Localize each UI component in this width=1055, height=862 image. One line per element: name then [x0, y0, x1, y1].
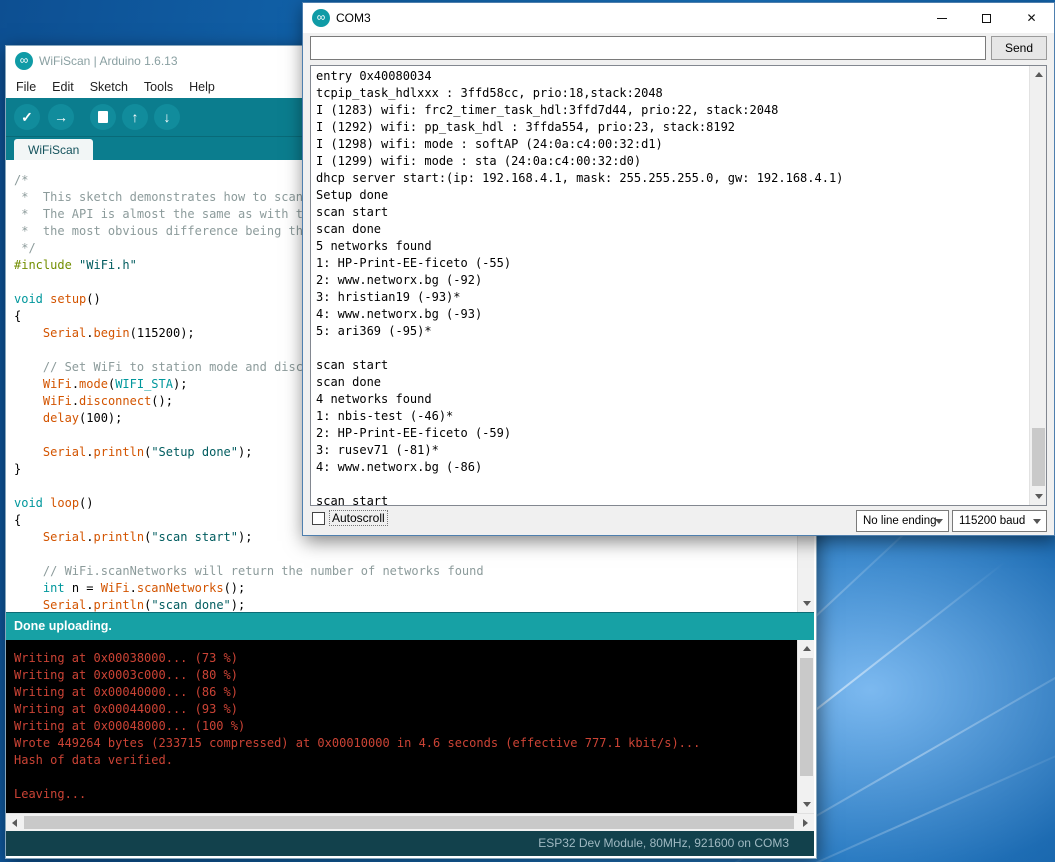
autoscroll-label[interactable]: Autoscroll [330, 511, 387, 525]
arduino-window-title: WiFiScan | Arduino 1.6.13 [39, 54, 178, 68]
serial-line: tcpip_task_hdlxxx : 3ffd58cc, prio:18,st… [316, 85, 1027, 102]
serial-title-bar[interactable]: ∞ COM3 ✕ [303, 3, 1054, 33]
arduino-app-icon: ∞ [15, 52, 33, 70]
console-vertical-scrollbar[interactable] [797, 640, 814, 813]
serial-line: 5 networks found [316, 238, 1027, 255]
serial-line [316, 340, 1027, 357]
minimize-button[interactable] [919, 3, 964, 33]
arduino-status-bar: ESP32 Dev Module, 80MHz, 921600 on COM3 [6, 831, 814, 856]
menu-help[interactable]: Help [189, 80, 215, 94]
code-line: int n = WiFi.scanNetworks(); [14, 580, 790, 597]
console-line: Writing at 0x00040000... (86 %) [14, 684, 790, 701]
open-sketch-button[interactable]: ↑ [122, 104, 148, 130]
console-line: Hash of data verified. [14, 752, 790, 769]
serial-line: 4: www.networx.bg (-86) [316, 459, 1027, 476]
serial-output-area[interactable]: entry 0x40080034tcpip_task_hdlxxx : 3ffd… [310, 65, 1047, 506]
chevron-down-icon [1033, 519, 1041, 524]
serial-line: I (1292) wifi: pp_task_hdl : 3ffda554, p… [316, 119, 1027, 136]
upload-button[interactable]: → [48, 104, 74, 130]
serial-line [316, 476, 1027, 493]
code-line: Serial.println("scan done"); [14, 597, 790, 612]
minimize-icon [937, 18, 947, 19]
serial-line: scan done [316, 221, 1027, 238]
code-line: // WiFi.scanNetworks will return the num… [14, 563, 790, 580]
serial-line: 2: HP-Print-EE-ficeto (-59) [316, 425, 1027, 442]
chevron-down-icon [935, 519, 943, 524]
console-lines: Writing at 0x00038000... (73 %)Writing a… [14, 650, 790, 803]
serial-line: 5: ari369 (-95)* [316, 323, 1027, 340]
serial-line: scan done [316, 374, 1027, 391]
serial-line: I (1283) wifi: frc2_timer_task_hdl:3ffd7… [316, 102, 1027, 119]
serial-bottom-bar: Autoscroll No line ending 115200 baud [303, 506, 1054, 535]
send-button[interactable]: Send [991, 36, 1047, 60]
serial-line: 3: hristian19 (-93)* [316, 289, 1027, 306]
menu-sketch[interactable]: Sketch [90, 80, 128, 94]
console-horizontal-scrollbar[interactable] [6, 813, 814, 831]
serial-vertical-scrollbar[interactable] [1029, 66, 1046, 505]
serial-app-icon: ∞ [312, 9, 330, 27]
scroll-down-arrow-icon[interactable] [798, 796, 814, 813]
serial-monitor-window: ∞ COM3 ✕ Send entry 0x40080034tcpip_task… [302, 2, 1055, 536]
console-line: Leaving... [14, 786, 790, 803]
serial-output-lines: entry 0x40080034tcpip_task_hdlxxx : 3ffd… [316, 68, 1027, 506]
close-icon: ✕ [1026, 11, 1036, 25]
caption-buttons: ✕ [919, 3, 1054, 33]
serial-scrollbar-thumb[interactable] [1032, 428, 1045, 486]
baud-rate-dropdown[interactable]: 115200 baud [952, 510, 1047, 532]
serial-line: dhcp server start:(ip: 192.168.4.1, mask… [316, 170, 1027, 187]
scroll-up-arrow-icon[interactable] [1030, 66, 1047, 83]
scroll-up-arrow-icon[interactable] [798, 640, 814, 657]
serial-line: 4 networks found [316, 391, 1027, 408]
new-sketch-button[interactable] [90, 104, 116, 130]
console-line: Writing at 0x00048000... (100 %) [14, 718, 790, 735]
serial-send-input[interactable] [310, 36, 986, 60]
board-port-status: ESP32 Dev Module, 80MHz, 921600 on COM3 [538, 836, 789, 850]
code-line [14, 546, 790, 563]
serial-line: Setup done [316, 187, 1027, 204]
console-line: Writing at 0x00044000... (93 %) [14, 701, 790, 718]
console-scrollbar-thumb[interactable] [800, 658, 813, 776]
serial-line: 1: HP-Print-EE-ficeto (-55) [316, 255, 1027, 272]
screen: ∞ WiFiScan | Arduino 1.6.13 File Edit Sk… [0, 0, 1055, 862]
menu-edit[interactable]: Edit [52, 80, 74, 94]
serial-line: scan start [316, 493, 1027, 506]
scroll-right-arrow-icon[interactable] [797, 814, 814, 831]
maximize-icon [982, 14, 991, 23]
console-line [14, 769, 790, 786]
tab-wifiscan[interactable]: WiFiScan [14, 139, 93, 161]
serial-line: 3: rusev71 (-81)* [316, 442, 1027, 459]
console-line: Writing at 0x0003c000... (80 %) [14, 667, 790, 684]
line-ending-dropdown[interactable]: No line ending [856, 510, 949, 532]
close-button[interactable]: ✕ [1009, 3, 1054, 33]
scroll-down-arrow-icon[interactable] [1030, 488, 1047, 505]
console-line: Wrote 449264 bytes (233715 compressed) a… [14, 735, 790, 752]
line-ending-value: No line ending [863, 515, 937, 527]
scroll-left-arrow-icon[interactable] [6, 814, 23, 831]
scroll-down-arrow-icon[interactable] [798, 595, 814, 612]
menu-file[interactable]: File [16, 80, 36, 94]
horizontal-scrollbar-thumb[interactable] [24, 816, 794, 829]
baud-rate-value: 115200 baud [959, 515, 1025, 527]
save-sketch-button[interactable]: ↓ [154, 104, 180, 130]
autoscroll-checkbox[interactable] [312, 512, 325, 525]
serial-line: scan start [316, 357, 1027, 374]
verify-button[interactable]: ✓ [14, 104, 40, 130]
serial-line: 2: www.networx.bg (-92) [316, 272, 1027, 289]
console-line: Writing at 0x00038000... (73 %) [14, 650, 790, 667]
serial-line: 1: nbis-test (-46)* [316, 408, 1027, 425]
serial-line: I (1299) wifi: mode : sta (24:0a:c4:00:3… [316, 153, 1027, 170]
menu-tools[interactable]: Tools [144, 80, 173, 94]
serial-window-title: COM3 [336, 11, 371, 25]
serial-line: I (1298) wifi: mode : softAP (24:0a:c4:0… [316, 136, 1027, 153]
new-sketch-icon [98, 111, 108, 123]
build-console[interactable]: Writing at 0x00038000... (73 %)Writing a… [6, 640, 814, 813]
serial-line: entry 0x40080034 [316, 68, 1027, 85]
serial-line: 4: www.networx.bg (-93) [316, 306, 1027, 323]
serial-line: scan start [316, 204, 1027, 221]
maximize-button[interactable] [964, 3, 1009, 33]
upload-status-strip: Done uploading. [6, 612, 814, 640]
